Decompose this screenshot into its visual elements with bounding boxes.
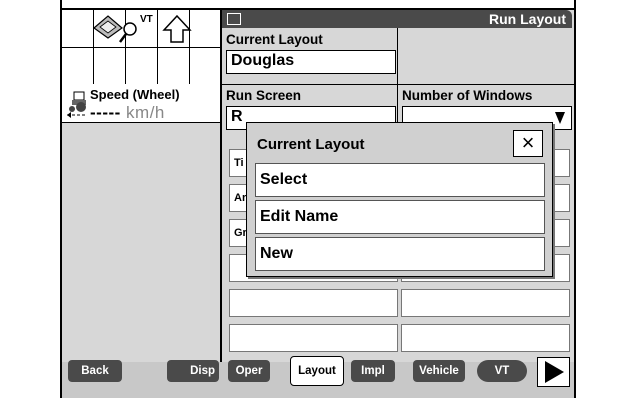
speed-number: ----- [90, 103, 121, 122]
window-cell-10[interactable] [401, 289, 570, 317]
select-option[interactable]: Select [255, 163, 545, 197]
play-arrow-icon [545, 361, 564, 383]
run-screen-value: R [231, 108, 243, 125]
window-cell-12[interactable] [401, 324, 570, 352]
tractor-icon [67, 91, 86, 118]
left-panel: VT Speed (Wheel) ----- km/h [62, 10, 222, 362]
current-layout-value: Douglas [231, 52, 295, 69]
speed-value: ----- km/h [90, 103, 165, 123]
vt-text: VT [140, 14, 153, 25]
grid-cell [158, 48, 190, 85]
divider [222, 84, 574, 85]
disp-button[interactable]: Disp [167, 360, 219, 382]
grid-cell [126, 48, 158, 85]
window-cell-label: Ar [234, 192, 247, 204]
impl-button[interactable]: Impl [351, 360, 395, 382]
screen-icon [227, 13, 241, 25]
title-bar: Run Layout [222, 10, 572, 28]
grid-cell [190, 48, 220, 85]
dialog-title: Current Layout [257, 136, 365, 153]
window-cell-11[interactable] [229, 324, 398, 352]
run-screen-label: Run Screen [226, 88, 302, 103]
new-option[interactable]: New [255, 237, 545, 271]
window-cell-label: Ti [234, 157, 244, 169]
frame-right [574, 0, 576, 398]
book-search-vt-icon[interactable]: VT [90, 12, 160, 48]
grid-cell [190, 10, 220, 48]
oper-button[interactable]: Oper [228, 360, 270, 382]
option-label: Edit Name [260, 208, 339, 225]
number-of-windows-label: Number of Windows [402, 88, 533, 103]
current-layout-dialog: Current Layout × Select Edit Name New [246, 122, 553, 277]
grid-cell [94, 48, 126, 85]
next-page-button[interactable] [537, 357, 570, 387]
speed-readout: Speed (Wheel) ----- km/h [62, 84, 220, 123]
window-cell-9[interactable] [229, 289, 398, 317]
back-button[interactable]: Back [68, 360, 122, 382]
current-layout-field[interactable]: Douglas [226, 50, 396, 74]
vt-button[interactable]: VT [477, 360, 527, 382]
dropdown-arrow-icon [555, 112, 565, 124]
current-layout-label: Current Layout [226, 32, 323, 47]
speed-label: Speed (Wheel) [90, 87, 180, 102]
window-cell-label: Gr [234, 227, 247, 239]
shortcut-grid: VT [62, 10, 220, 85]
layout-tab[interactable]: Layout [290, 356, 344, 386]
vehicle-button[interactable]: Vehicle [413, 360, 465, 382]
speed-unit: km/h [126, 103, 165, 122]
close-button[interactable]: × [513, 130, 543, 157]
edit-name-option[interactable]: Edit Name [255, 200, 545, 234]
up-arrow-icon[interactable] [162, 14, 192, 44]
grid-cell [62, 48, 94, 85]
option-label: New [260, 245, 293, 262]
option-label: Select [260, 171, 308, 188]
page-title: Run Layout [489, 11, 566, 27]
